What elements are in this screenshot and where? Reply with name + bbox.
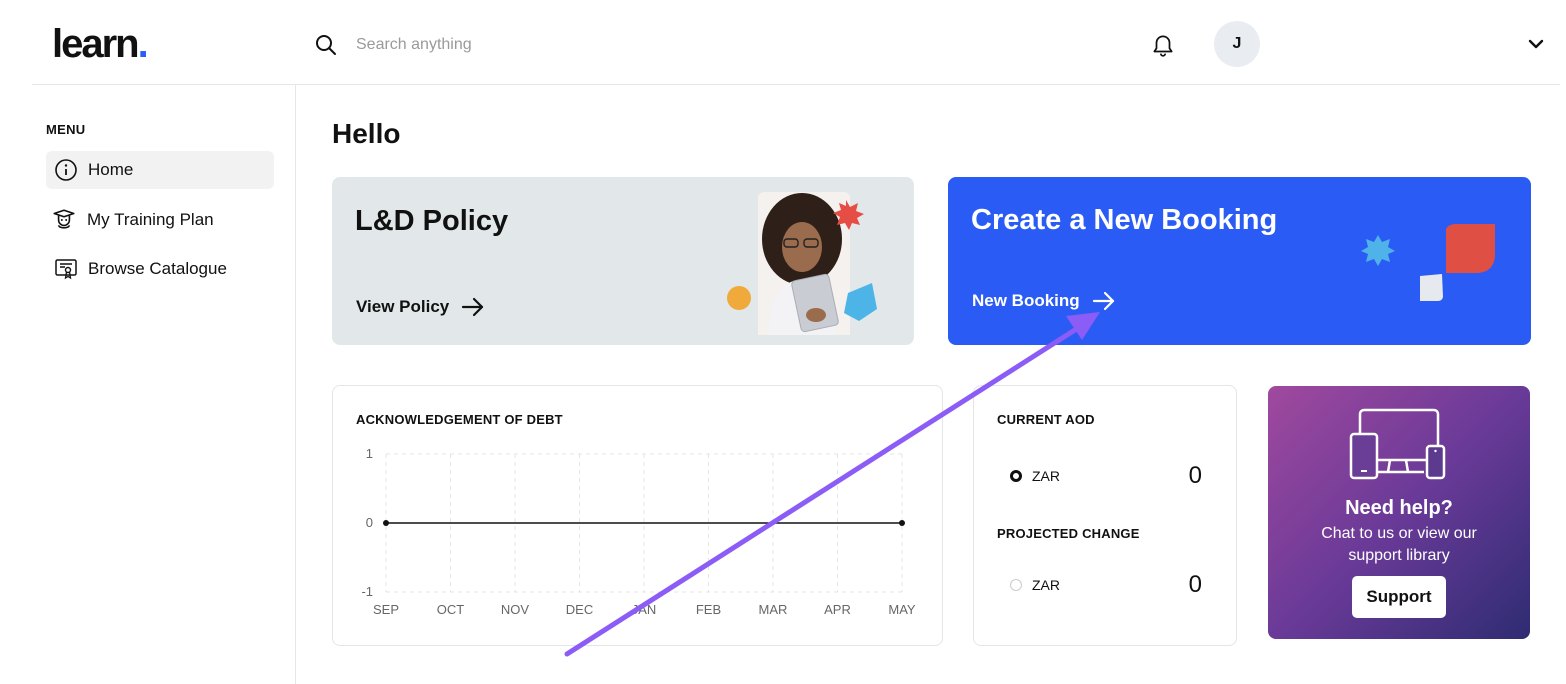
- projected-change-row: ZAR: [1010, 577, 1060, 593]
- devices-icon: [1349, 408, 1446, 480]
- chart-y-tick-label: 1: [366, 446, 373, 461]
- view-policy-label: View Policy: [356, 297, 450, 316]
- graduate-icon: [53, 209, 75, 229]
- booking-illustration: [1361, 224, 1495, 301]
- menu-label: MENU: [46, 122, 86, 137]
- page-title: Hello: [332, 118, 401, 149]
- sidebar-item-home[interactable]: Home: [46, 151, 274, 189]
- help-text: Chat to us or view our support library: [1321, 525, 1477, 564]
- booking-card-title: Create a New Booking: [971, 204, 1278, 236]
- aod-summary-card: CURRENT AOD ZAR 0 PROJECTED CHANGE ZAR 0: [973, 385, 1237, 646]
- sidebar-item-training-plan[interactable]: My Training Plan: [46, 201, 274, 239]
- chart-x-tick-label: DEC: [566, 602, 593, 617]
- chart-x-tick-label: MAR: [759, 602, 788, 617]
- avatar[interactable]: J: [1214, 21, 1260, 67]
- search-input[interactable]: [356, 36, 656, 54]
- chart-point: [899, 520, 905, 526]
- projected-change-currency: ZAR: [1032, 577, 1060, 593]
- chart-x-tick-label: APR: [824, 602, 851, 617]
- chart-x-tick-label: SEP: [373, 602, 399, 617]
- support-button[interactable]: Support: [1352, 576, 1446, 618]
- chart-y-tick-label: 0: [366, 515, 373, 530]
- current-aod-currency: ZAR: [1032, 468, 1060, 484]
- chevron-down-icon[interactable]: [1526, 36, 1546, 57]
- chart-x-tick-label: MAY: [888, 602, 916, 617]
- aod-chart-card: ACKNOWLEDGEMENT OF DEBT 1 0 -1 SEP OCT NOV DEC…: [332, 385, 943, 646]
- projected-change-value: 0: [1188, 571, 1202, 598]
- policy-illustration: [727, 192, 877, 335]
- certificate-icon: [55, 259, 77, 280]
- search-bar[interactable]: [314, 33, 656, 57]
- current-aod-heading: CURRENT AOD: [997, 412, 1095, 427]
- view-policy-link[interactable]: View Policy: [356, 297, 485, 317]
- chart-point: [383, 520, 389, 526]
- help-title: Need help?: [1345, 497, 1453, 519]
- sidebar-item-browse-catalogue[interactable]: Browse Catalogue: [46, 250, 274, 288]
- new-booking-label: New Booking: [972, 291, 1080, 310]
- radio-dot-icon: [1010, 470, 1022, 482]
- new-booking-link[interactable]: New Booking: [972, 291, 1116, 311]
- sidebar-item-label: My Training Plan: [87, 210, 214, 229]
- top-header: learn. J: [32, 0, 1560, 85]
- chart-x-tick-label: JAN: [632, 602, 657, 617]
- page: learn. J MENU Home My Training Plan Brow…: [0, 0, 1566, 684]
- sidebar: MENU Home My Training Plan Browse Catalo…: [32, 85, 296, 684]
- arrow-right-icon: [462, 297, 484, 317]
- chart-x-tick-label: OCT: [437, 602, 465, 617]
- info-icon: [55, 159, 77, 181]
- search-icon[interactable]: [314, 33, 338, 57]
- help-card: Need help? Chat to us or view our suppor…: [1268, 386, 1530, 639]
- current-aod-value: 0: [1188, 462, 1202, 489]
- chart-x-tick-label: NOV: [501, 602, 530, 617]
- policy-card[interactable]: L&D Policy View Policy: [332, 177, 914, 345]
- projected-change-heading: PROJECTED CHANGE: [997, 526, 1140, 541]
- chart-x-tick-label: FEB: [696, 602, 721, 617]
- sidebar-item-label: Home: [88, 160, 134, 179]
- arrow-right-icon: [1092, 291, 1114, 311]
- radio-dot-icon: [1010, 579, 1022, 591]
- aod-chart: 1 0 -1SEP OCT NOV DEC JAN FEB MAR APR MAY: [361, 446, 916, 617]
- logo[interactable]: learn.: [52, 22, 149, 67]
- current-aod-row: ZAR: [1010, 468, 1060, 484]
- chart-y-tick-label: -1: [361, 584, 373, 599]
- policy-card-title: L&D Policy: [355, 205, 509, 237]
- booking-card[interactable]: Create a New Booking New Booking: [948, 177, 1531, 345]
- sidebar-item-label: Browse Catalogue: [88, 259, 227, 278]
- bell-icon[interactable]: [1150, 32, 1176, 63]
